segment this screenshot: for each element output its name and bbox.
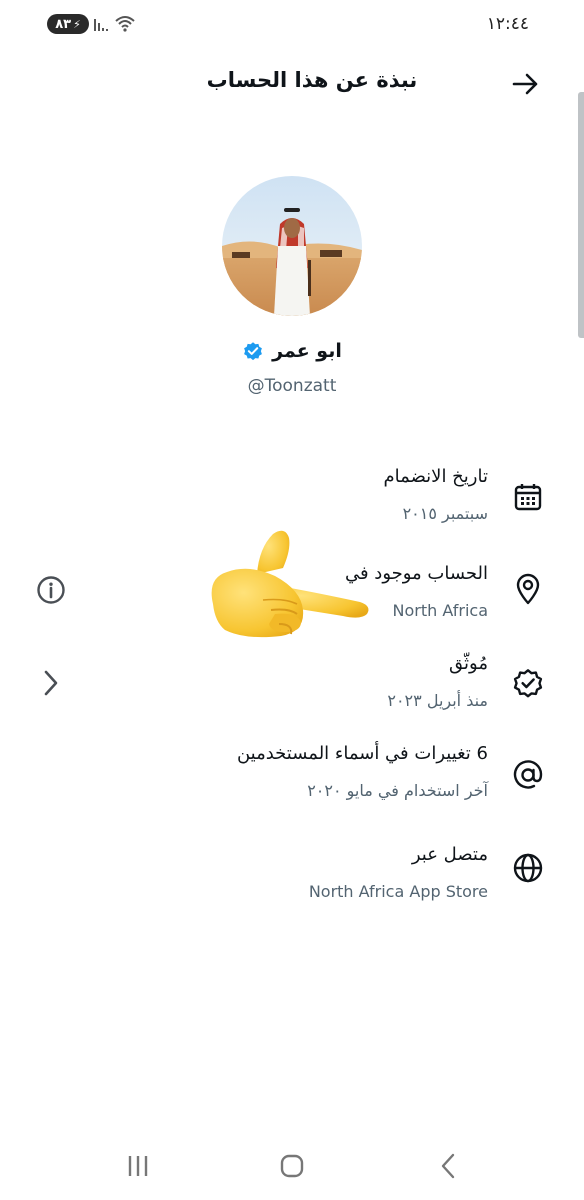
pointing-hand-emoji (211, 530, 369, 638)
avatar-image (222, 176, 362, 316)
connected-via-value: North Africa App Store (308, 882, 488, 901)
usernames-value: آخر استخدام في مايو ٢٠٢٠ (307, 781, 488, 800)
arrow-right-icon (512, 73, 538, 95)
home-button[interactable] (270, 1146, 314, 1186)
calendar-icon (511, 480, 545, 514)
battery-level: ٨٣ (55, 16, 72, 32)
at-sign-icon (511, 758, 545, 792)
verified-label: مُوثّق (449, 653, 488, 674)
next-button[interactable] (38, 666, 64, 700)
username-handle: @Toonzatt (247, 376, 337, 396)
system-back-button[interactable] (426, 1146, 470, 1186)
back-icon (441, 1153, 455, 1179)
verified-badge-icon (244, 342, 263, 361)
location-pin-icon (511, 572, 545, 606)
globe-icon (511, 851, 545, 885)
connected-via-label: متصل عبر (411, 844, 488, 865)
back-button[interactable] (509, 69, 543, 99)
info-button[interactable] (34, 573, 68, 607)
charging-icon: ⚡ (73, 17, 81, 31)
avatar[interactable] (222, 176, 362, 316)
info-row-verified: مُوثّق منذ أبريل ٢٠٢٣ (68, 652, 488, 712)
info-row-joined: تاريخ الانضمام سبتمبر ٢٠١٥ (68, 465, 488, 525)
recent-apps-button[interactable] (116, 1146, 160, 1186)
chevron-right-icon (44, 670, 58, 696)
system-navigation-bar (0, 1132, 584, 1200)
home-icon (280, 1154, 304, 1178)
page-title: نبذة عن هذا الحساب (206, 68, 418, 92)
profile-name-row: ابو عمر (0, 340, 584, 362)
recent-apps-icon (128, 1156, 148, 1176)
verified-outline-icon (511, 666, 545, 700)
scroll-indicator[interactable] (578, 92, 584, 338)
display-name: ابو عمر (272, 340, 342, 362)
joined-value: سبتمبر ٢٠١٥ (402, 504, 488, 523)
wifi-icon (115, 16, 135, 32)
info-icon (37, 576, 65, 604)
usernames-label: 6 تغييرات في أسماء المستخدمين (236, 743, 488, 764)
info-row-usernames: 6 تغييرات في أسماء المستخدمين آخر استخدا… (68, 742, 488, 802)
info-row-connected-via: متصل عبر North Africa App Store (68, 843, 488, 903)
verified-value: منذ أبريل ٢٠٢٣ (387, 691, 488, 710)
clock: ١٢:٤٤ (486, 14, 529, 34)
status-bar: ٨٣ ⚡ ١٢:٤٤ (0, 0, 584, 52)
signal-icon (94, 19, 108, 31)
battery-indicator: ٨٣ ⚡ (47, 14, 89, 34)
joined-label: تاريخ الانضمام (383, 466, 488, 487)
